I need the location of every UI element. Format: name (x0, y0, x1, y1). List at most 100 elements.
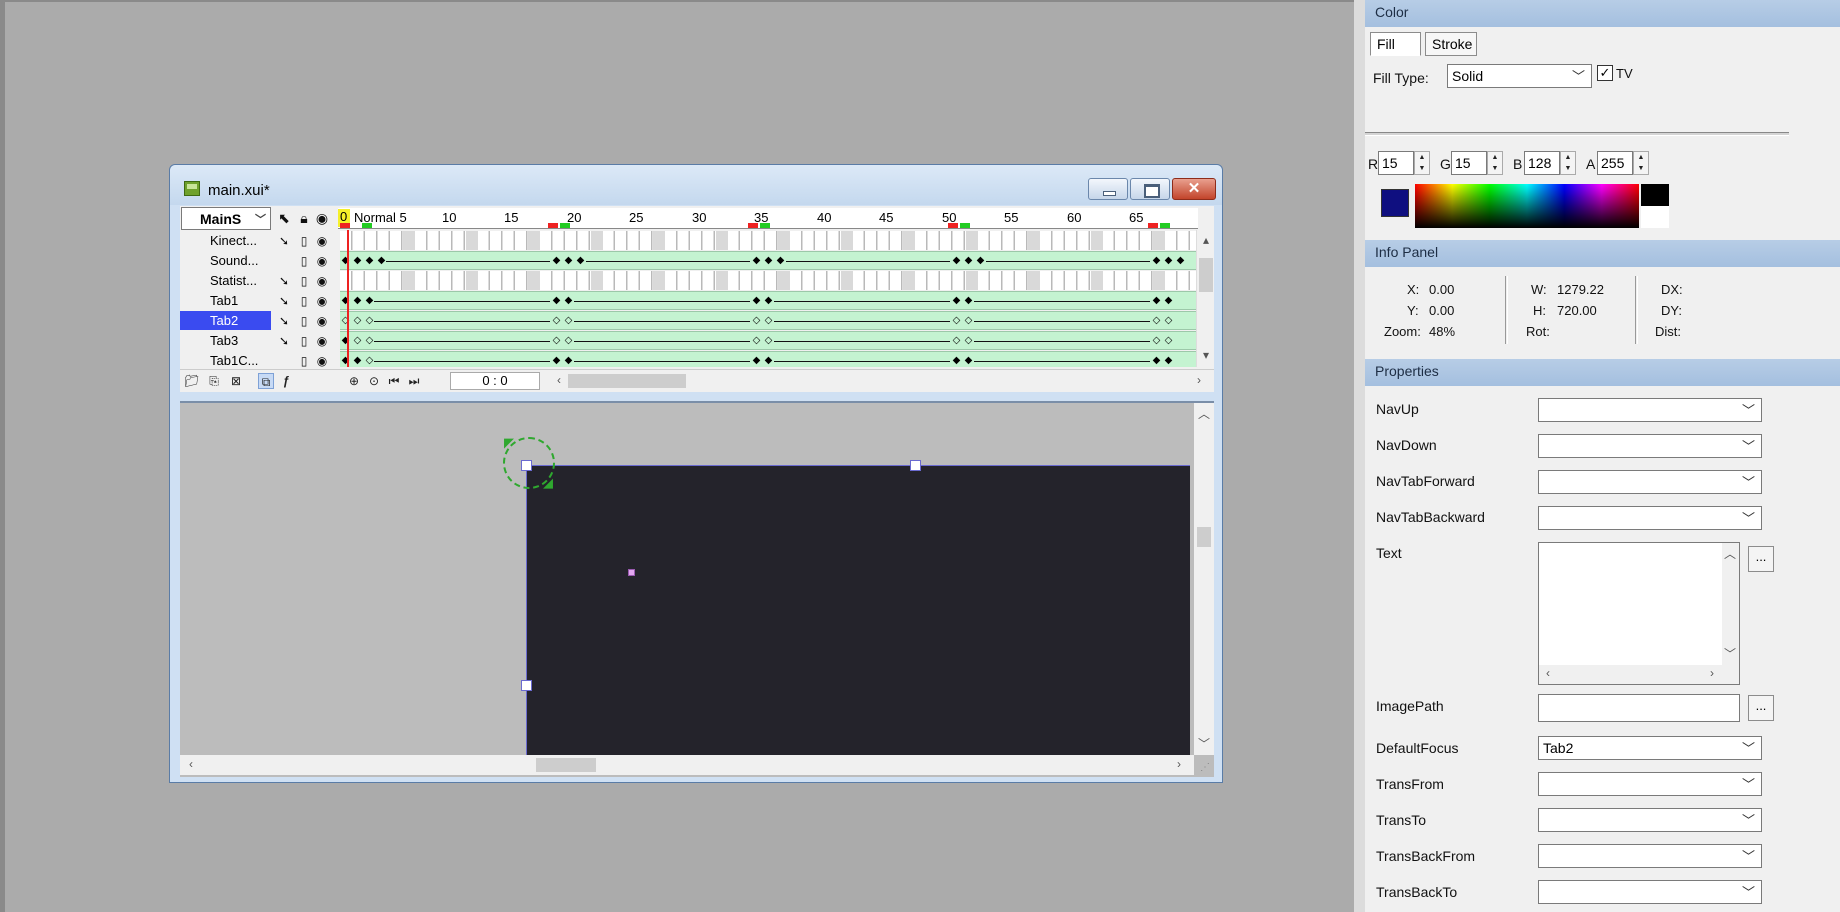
pointer-icon[interactable]: ⬉ (276, 210, 292, 226)
navtabbackward-dropdown[interactable]: ﹀ (1538, 506, 1762, 530)
frame-row[interactable] (340, 271, 1196, 290)
transbackfrom-dropdown[interactable]: ﹀ (1538, 844, 1762, 868)
maximize-button[interactable] (1130, 178, 1170, 200)
eye-icon[interactable]: ◉ (314, 233, 330, 249)
imagepath-input[interactable] (1538, 694, 1740, 722)
lock-icon[interactable]: ▯ (296, 233, 312, 249)
lock-icon[interactable]: ▯ (296, 313, 312, 329)
spinner-icon[interactable]: ▲ ▼ (1487, 151, 1503, 175)
scroll-down-icon[interactable]: ﹀ (1723, 645, 1737, 662)
frame-row[interactable]: ◆ ◆ ◆ ◆ ◆ ◆ ◆ ◆ ◆ ◆ ◆ (340, 291, 1196, 310)
b-input[interactable]: 128 ▲ ▼ (1524, 151, 1576, 175)
eye-icon[interactable]: ◉ (314, 333, 330, 349)
tv-checkbox[interactable]: ✓ (1597, 65, 1613, 81)
scroll-down-icon[interactable]: ▾ (1199, 348, 1213, 362)
pointer-icon[interactable]: ➘ (276, 293, 292, 309)
copy-layer-icon[interactable]: ⧉ (258, 373, 274, 389)
eye-icon[interactable]: ◉ (314, 313, 330, 329)
scroll-up-icon[interactable]: ︿ (1197, 405, 1211, 422)
g-input[interactable]: 15 ▲ ▼ (1451, 151, 1503, 175)
delete-layer-icon[interactable]: ⊠ (228, 373, 244, 389)
layer-row[interactable]: Sound... (180, 251, 271, 270)
scroll-thumb[interactable] (568, 374, 686, 388)
lock-icon[interactable]: ▯ (296, 253, 312, 269)
scroll-right-icon[interactable]: › (1192, 373, 1206, 387)
document-titlebar[interactable]: main.xui* ✕ (170, 165, 1222, 205)
transbackto-dropdown[interactable]: ﹀ (1538, 880, 1762, 904)
textarea-horizontal-scrollbar[interactable]: ‹ › (1539, 665, 1739, 684)
layer-row[interactable]: Tab3 (180, 331, 271, 350)
tab-fill[interactable]: Fill (1370, 32, 1421, 56)
textarea-vertical-scrollbar[interactable]: ︿ ﹀ (1722, 543, 1739, 665)
spinner-icon[interactable]: ▲ ▼ (1560, 151, 1576, 175)
text-browse-button[interactable]: ... (1748, 546, 1774, 572)
layer-row[interactable]: Kinect... (180, 231, 271, 250)
pivot-point[interactable] (628, 569, 635, 576)
frame-row[interactable]: ◆ ◇ ◇ ◇ ◇ ◇ ◇ ◇ ◇ ◇ ◇ (340, 331, 1196, 350)
playhead[interactable] (347, 230, 349, 367)
scroll-left-icon[interactable]: ‹ (552, 373, 566, 387)
frame-ruler[interactable]: 0 Normal 5 10 15 20 25 30 35 40 45 50 55… (338, 208, 1198, 229)
lock-icon[interactable]: ▯ (296, 293, 312, 309)
eye-icon[interactable]: ◉ (314, 293, 330, 309)
layer-row[interactable]: Tab1C... (180, 351, 271, 370)
tab-stroke[interactable]: Stroke (1425, 32, 1477, 56)
scroll-down-icon[interactable]: ﹀ (1197, 735, 1211, 752)
transto-dropdown[interactable]: ﹀ (1538, 808, 1762, 832)
layer-row-selected[interactable]: Tab2 (180, 311, 271, 330)
scroll-right-icon[interactable]: › (1705, 666, 1719, 680)
white-swatch[interactable] (1641, 206, 1669, 228)
transfrom-dropdown[interactable]: ﹀ (1538, 772, 1762, 796)
lock-icon[interactable]: ▯ (296, 273, 312, 289)
scroll-right-icon[interactable]: › (1172, 757, 1186, 771)
pointer-icon[interactable]: ➘ (276, 333, 292, 349)
resize-grip-icon[interactable]: ⋰ (1200, 762, 1210, 773)
navdown-dropdown[interactable]: ﹀ (1538, 434, 1762, 458)
go-first-frame-icon[interactable]: ⏮ (386, 373, 402, 389)
scene-dropdown[interactable]: MainS ﹀ (181, 207, 271, 230)
pointer-icon[interactable]: ➘ (276, 273, 292, 289)
navtabforward-dropdown[interactable]: ﹀ (1538, 470, 1762, 494)
eye-icon[interactable]: ◉ (314, 273, 330, 289)
scroll-up-icon[interactable]: ︿ (1723, 545, 1737, 562)
frame-row[interactable]: ◆ ◆ ◇ ◆ ◆ ◆ ◆ ◆ ◆ ◆ ◆ (340, 351, 1196, 367)
info-panel-header[interactable]: Info Panel (1365, 240, 1840, 267)
color-panel-header[interactable]: Color (1365, 0, 1840, 27)
zoom-icon[interactable]: ⊙ (366, 373, 382, 389)
selected-object[interactable] (526, 465, 1190, 755)
spinner-icon[interactable]: ▲ ▼ (1414, 151, 1430, 175)
scroll-thumb[interactable] (1199, 258, 1213, 292)
frame-row-selected[interactable]: ◇ ◇ ◇ ◇ ◇ ◇ ◇ ◇ ◇ ◇ ◇ (340, 311, 1196, 330)
gradient-bar[interactable] (1365, 132, 1789, 136)
frame-row[interactable] (340, 231, 1196, 250)
scroll-thumb[interactable] (536, 758, 596, 772)
center-frame-icon[interactable]: ⊕ (346, 373, 362, 389)
left-handle[interactable] (521, 680, 532, 691)
frames-grid[interactable]: ◆ ◆ ◆ ◆ ◆ ◆ ◆ ◆ ◆ ◆ ◆ ◆ ◆ ◆ ◆ ◆ ◆ ◆ ◆ ◆ … (340, 230, 1196, 367)
add-folder-icon[interactable]: 📁︎ (184, 373, 200, 389)
scroll-left-icon[interactable]: ‹ (1541, 666, 1555, 680)
scroll-up-icon[interactable]: ▴ (1199, 233, 1213, 247)
effects-icon[interactable]: ƒ (278, 373, 294, 389)
stage-vertical-scrollbar[interactable]: ︿ ﹀ (1194, 403, 1214, 755)
pointer-icon[interactable]: ➘ (276, 313, 292, 329)
lock-icon[interactable]: 🔒︎ (296, 210, 312, 226)
a-input[interactable]: 255 ▲ ▼ (1597, 151, 1649, 175)
fill-type-dropdown[interactable]: Solid ﹀ (1447, 64, 1592, 88)
scroll-left-icon[interactable]: ‹ (184, 757, 198, 771)
r-input[interactable]: 15 ▲ ▼ (1378, 151, 1430, 175)
imagepath-browse-button[interactable]: ... (1748, 695, 1774, 721)
eye-icon[interactable]: ◉ (314, 210, 330, 226)
eye-icon[interactable]: ◉ (314, 353, 330, 369)
pointer-icon[interactable]: ➘ (276, 233, 292, 249)
add-layer-icon[interactable]: ⎘ (206, 373, 222, 389)
navup-dropdown[interactable]: ﹀ (1538, 398, 1762, 422)
layer-row[interactable]: Tab1 (180, 291, 271, 310)
stage-canvas[interactable]: ◤ ◢ ︿ ﹀ ‹ › ⋰ (180, 401, 1214, 777)
current-color-swatch[interactable] (1381, 189, 1409, 217)
text-field[interactable]: ︿ ﹀ ‹ › (1538, 542, 1740, 685)
lock-icon[interactable]: ▯ (296, 353, 312, 369)
go-last-frame-icon[interactable]: ⏭ (406, 373, 422, 389)
top-handle[interactable] (910, 460, 921, 471)
current-frame-field[interactable]: 0 : 0 (450, 372, 540, 390)
